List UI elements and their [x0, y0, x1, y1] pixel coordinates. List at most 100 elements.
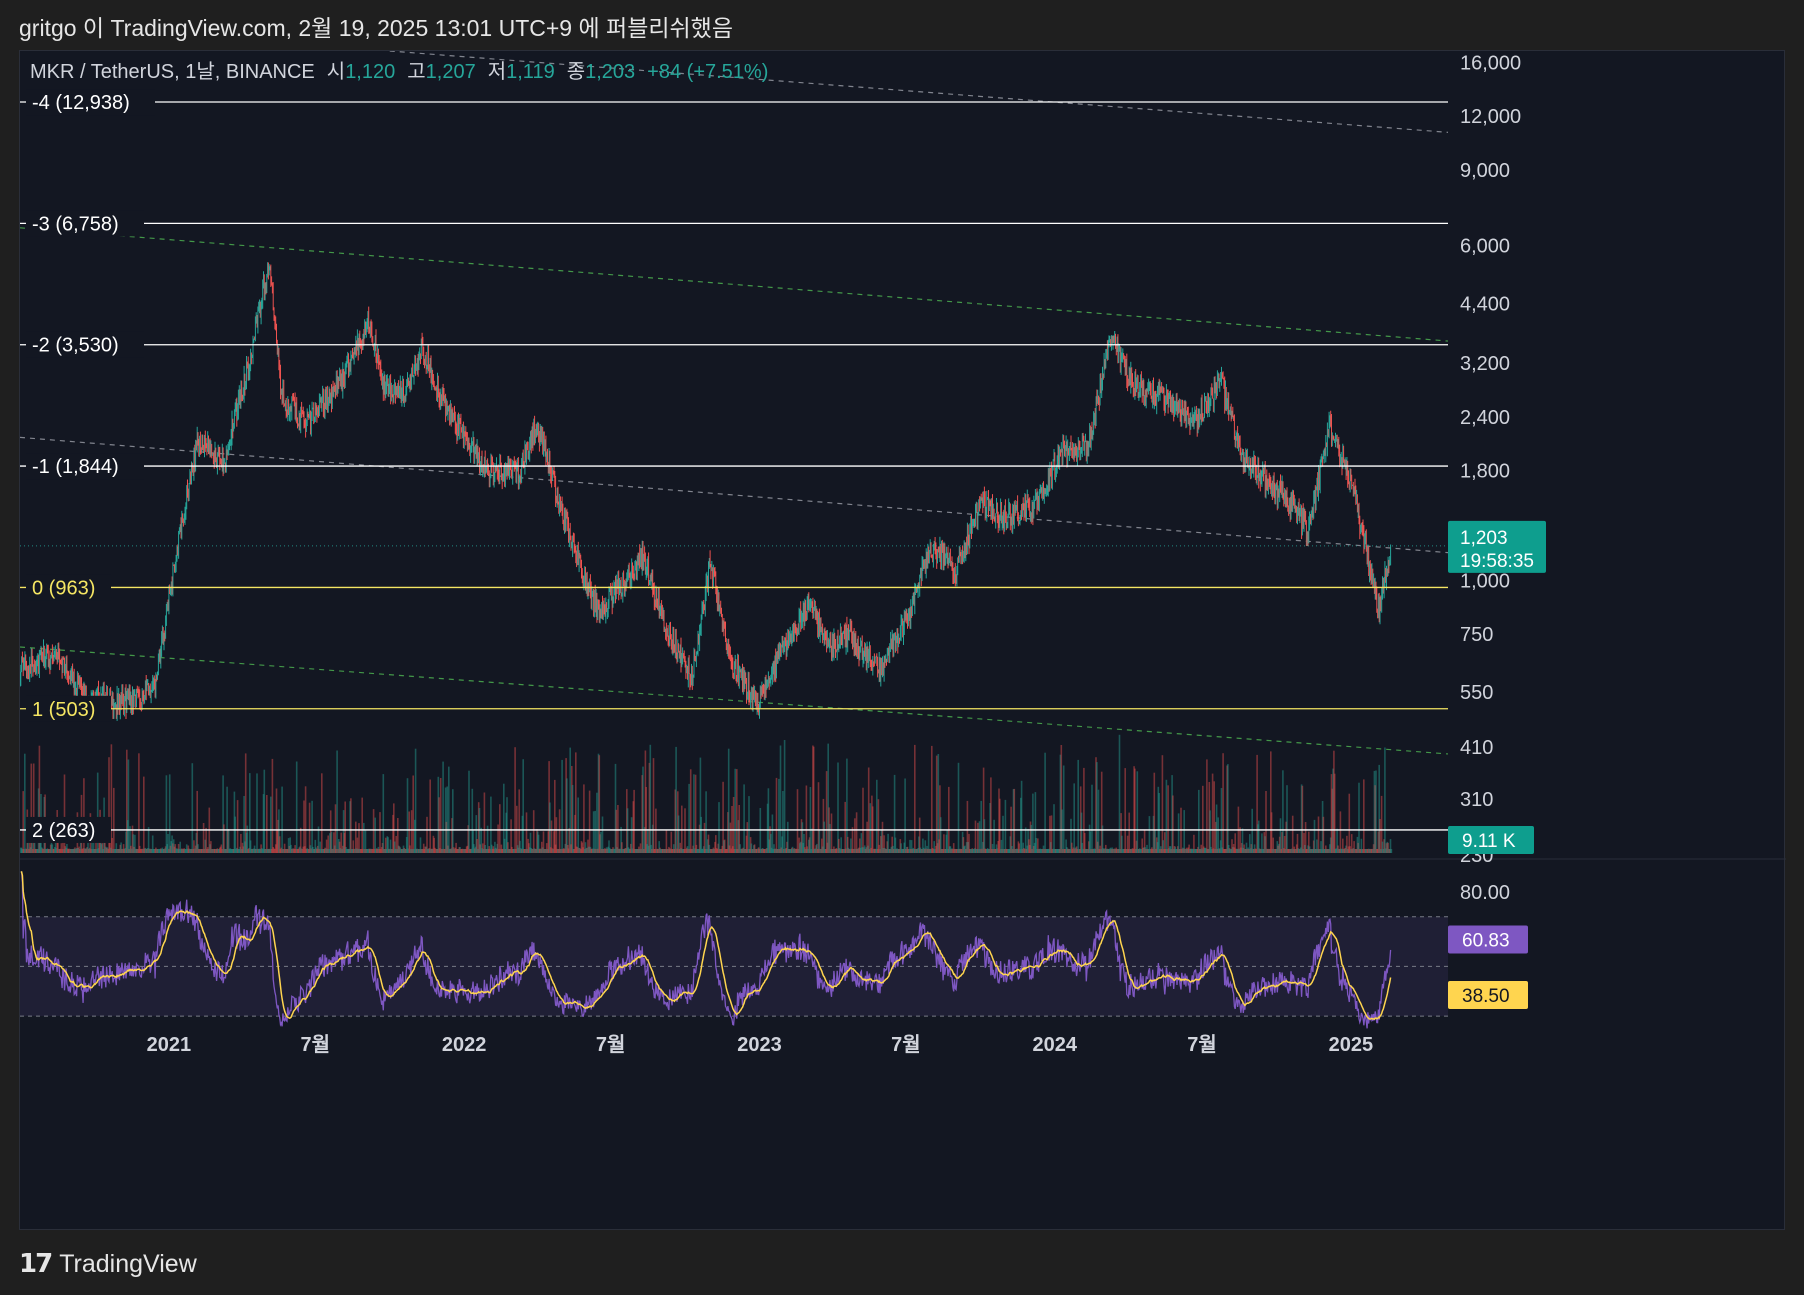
y-tick-label: 410: [1460, 737, 1493, 759]
volume-bar: [1215, 804, 1218, 853]
volume-bar: [281, 786, 283, 853]
volume-bar: [1317, 816, 1320, 853]
volume-bar: [439, 778, 442, 853]
volume-bar: [771, 814, 774, 853]
volume-bar: [1004, 799, 1007, 853]
rsi-value: 60.83: [1462, 931, 1510, 952]
fib-level-label: -2 (3,530): [32, 335, 119, 357]
volume-bar: [1339, 811, 1342, 853]
volume-bar: [999, 798, 1001, 853]
volume-bar: [854, 818, 856, 853]
fib-level-label: 0 (963): [32, 577, 95, 599]
volume-bar: [1165, 779, 1168, 853]
volume-bar: [1313, 819, 1316, 853]
volume-bar: [977, 822, 979, 853]
volume-bar: [561, 759, 563, 853]
volume-bar: [1222, 753, 1224, 853]
volume-bar: [497, 824, 499, 853]
volume-bar: [113, 787, 115, 853]
volume-bar: [452, 789, 454, 853]
close-label: 종: [567, 61, 585, 83]
last-price-value: 1,203: [1460, 528, 1508, 549]
volume-bar: [361, 797, 363, 853]
volume-bar: [689, 769, 692, 853]
volume-bar: [914, 744, 916, 853]
volume-bar: [532, 810, 535, 853]
volume-bar: [554, 779, 556, 853]
volume-bar: [1124, 768, 1126, 853]
volume-bar: [165, 775, 168, 853]
open-label: 시: [327, 61, 345, 83]
volume-bar: [1032, 793, 1034, 853]
volume-bar: [566, 778, 568, 853]
fib-level-label: -1 (1,844): [32, 456, 119, 478]
volume-bar: [693, 774, 695, 853]
volume-bar: [490, 796, 492, 853]
volume-bar: [321, 773, 323, 853]
publish-header: gritgo 이 TradingView.com, 2월 19, 2025 13…: [19, 15, 733, 41]
x-tick-label: 2025: [1329, 1034, 1374, 1056]
volume-bar: [372, 809, 375, 853]
volume-bar: [295, 761, 298, 853]
volume-bar: [202, 823, 205, 853]
volume-bar: [406, 778, 409, 853]
volume-bar: [138, 753, 140, 853]
volume-bar: [1257, 820, 1260, 853]
fib-level-label: -4 (12,938): [32, 92, 130, 114]
volume-bar: [344, 801, 346, 853]
volume-bar: [379, 812, 381, 853]
volume-bar: [993, 819, 995, 853]
volume-bar: [1211, 773, 1214, 853]
volume-bar: [191, 763, 194, 853]
volume-bar: [688, 783, 690, 853]
volume-bar: [1333, 773, 1336, 853]
volume-bar: [829, 824, 831, 853]
y-tick-label: 16,000: [1460, 52, 1521, 74]
volume-bar: [143, 776, 145, 853]
volume-bar: [876, 779, 878, 853]
volume-bar: [223, 824, 225, 853]
tradingview-logo-icon: 17: [19, 1249, 53, 1279]
volume-bar: [382, 774, 385, 853]
volume-bar: [805, 785, 808, 853]
volume-bar: [809, 787, 812, 853]
volume-bar: [1167, 785, 1169, 853]
volume-bar: [779, 745, 782, 853]
chart-panel[interactable]: -4 (12,938) -3 (6,758) -2 (3,530) -1 (1,844…: [19, 50, 1786, 1231]
volume-bar: [1251, 808, 1253, 853]
volume-bar: [577, 797, 579, 853]
volume-bar: [1265, 791, 1267, 853]
volume-bar: [1217, 817, 1219, 853]
volume-bar: [1227, 764, 1229, 853]
volume-bar: [1270, 812, 1273, 853]
volume-bar: [1013, 788, 1016, 853]
volume-bar: [746, 822, 749, 853]
volume-bar: [1050, 815, 1053, 853]
volume-bar: [426, 816, 428, 853]
x-tick-label: 7월: [891, 1033, 921, 1056]
volume-bar: [983, 819, 986, 853]
volume-bar: [1291, 815, 1294, 853]
trendline-1[interactable]: [20, 227, 1449, 342]
volume-bar: [374, 817, 376, 853]
y-tick-label: 1,800: [1460, 461, 1510, 483]
volume-bar: [1062, 765, 1065, 853]
volume-bar: [1030, 824, 1033, 853]
volume-bar: [336, 750, 338, 853]
volume-bar: [270, 796, 272, 853]
chart-canvas[interactable]: -4 (12,938) -3 (6,758) -2 (3,530) -1 (1,844…: [20, 51, 1786, 1231]
volume-bar: [736, 769, 738, 853]
volume-bar: [633, 789, 635, 853]
volume-bar: [1384, 747, 1386, 853]
volume-bar: [1148, 816, 1151, 853]
volume-bar: [1158, 793, 1160, 853]
volume-bar: [1279, 818, 1282, 853]
volume-bar: [429, 779, 431, 853]
volume-bar: [1002, 815, 1004, 853]
volume-bar: [304, 786, 307, 853]
volume-bar: [775, 777, 778, 853]
trendline-2[interactable]: [20, 436, 1449, 554]
volume-bar: [990, 777, 992, 853]
volume-bar: [468, 770, 470, 853]
volume-bar: [1020, 780, 1023, 853]
